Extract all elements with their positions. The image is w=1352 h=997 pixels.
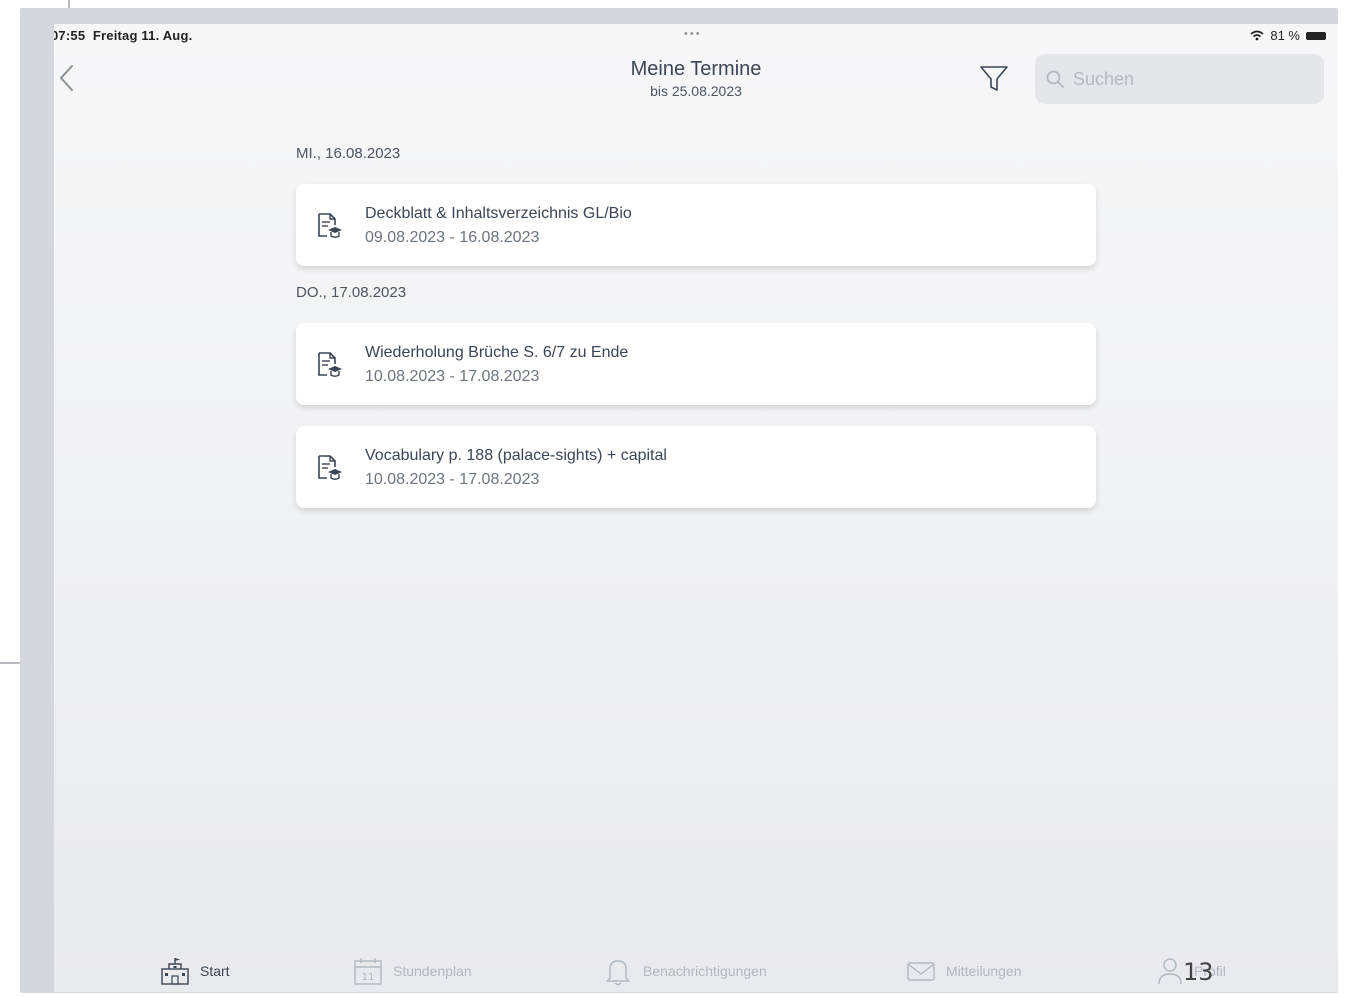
- search-bar[interactable]: [1035, 54, 1324, 104]
- battery-percentage: 81 %: [1270, 28, 1300, 43]
- assignment-title: Vocabulary p. 188 (palace-sights) + capi…: [365, 447, 667, 464]
- person-icon: [1158, 957, 1182, 984]
- svg-text:11: 11: [362, 972, 375, 983]
- date-header: DO., 17.08.2023: [296, 284, 407, 301]
- tab-label: Mitteilungen: [946, 962, 1022, 979]
- status-time: 07:55 Freitag 11. Aug.: [54, 28, 193, 43]
- date-header: MI., 16.08.2023: [296, 145, 401, 162]
- calendar-icon: 11: [354, 957, 382, 985]
- outer-frame-line: [0, 662, 20, 664]
- assignment-title: Wiederholung Brüche S. 6/7 zu Ende: [365, 344, 629, 361]
- tab-stundenplan[interactable]: 11 Stundenplan: [353, 949, 472, 992]
- tab-start[interactable]: Start: [160, 949, 230, 992]
- page-number: 13: [1183, 958, 1214, 986]
- filter-button[interactable]: [978, 62, 1010, 94]
- wifi-icon: [1250, 30, 1264, 41]
- assignment-card[interactable]: Deckblatt & Inhaltsverzeichnis GL/Bio 09…: [296, 184, 1096, 266]
- tab-bar: Start 11 Stundenplan Benachrichtigungen: [54, 949, 1338, 992]
- assignment-dates: 10.08.2023 - 17.08.2023: [365, 368, 540, 385]
- status-bar: 07:55 Freitag 11. Aug. ••• 81 %: [54, 24, 1338, 48]
- assignment-dates: 10.08.2023 - 17.08.2023: [365, 471, 540, 488]
- assignment-dates: 09.08.2023 - 16.08.2023: [365, 229, 540, 246]
- tab-label: Benachrichtigungen: [643, 962, 767, 979]
- search-icon: [1046, 70, 1064, 88]
- assignment-card[interactable]: Vocabulary p. 188 (palace-sights) + capi…: [296, 426, 1096, 508]
- status-indicators: 81 %: [1250, 28, 1326, 43]
- search-input[interactable]: [1071, 67, 1315, 91]
- assignment-title: Deckblatt & Inhaltsverzeichnis GL/Bio: [365, 205, 632, 222]
- assignment-card[interactable]: Wiederholung Brüche S. 6/7 zu Ende 10.08…: [296, 323, 1096, 405]
- tab-label: Start: [200, 962, 230, 979]
- assignment-icon: [318, 352, 342, 377]
- battery-icon: [1306, 31, 1326, 40]
- assignment-icon: [318, 213, 342, 238]
- multitask-dots[interactable]: •••: [684, 28, 702, 40]
- assignment-icon: [318, 455, 342, 480]
- device-frame: 07:55 Freitag 11. Aug. ••• 81 % Meine Te…: [20, 8, 1338, 993]
- filter-icon: [980, 66, 1008, 91]
- outer-frame-line: [68, 0, 70, 8]
- tab-mitteilungen[interactable]: Mitteilungen: [906, 949, 1022, 992]
- envelope-icon: [907, 961, 935, 981]
- bell-icon: [606, 959, 630, 985]
- school-icon: [161, 957, 189, 985]
- app-screen: 07:55 Freitag 11. Aug. ••• 81 % Meine Te…: [54, 24, 1338, 992]
- tab-label: Stundenplan: [393, 962, 472, 979]
- tab-benachrichtigungen[interactable]: Benachrichtigungen: [603, 949, 767, 992]
